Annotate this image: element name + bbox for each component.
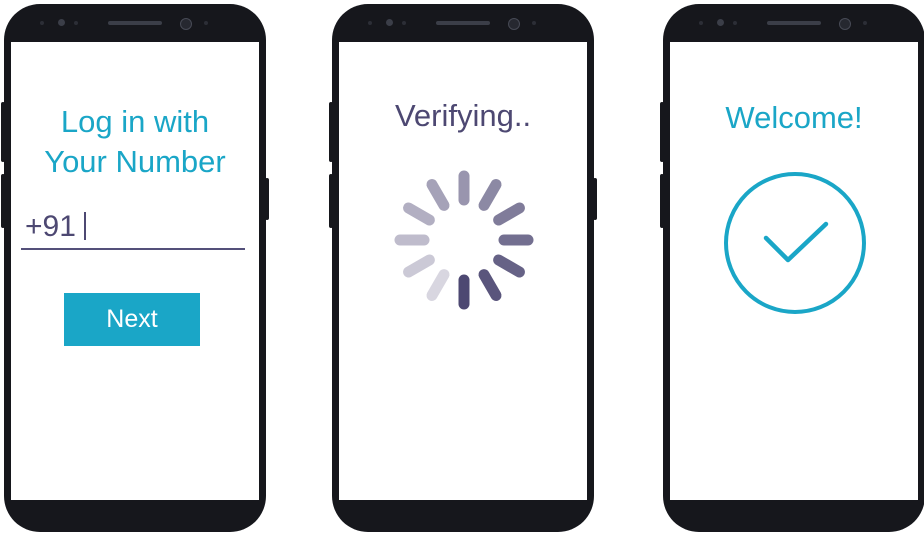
verifying-title: Verifying..: [394, 98, 532, 133]
front-camera-icon: [839, 18, 851, 30]
spinner-segment: [478, 269, 502, 301]
front-camera-icon: [180, 18, 192, 30]
phone-number-value: +91: [25, 210, 76, 243]
loading-spinner-icon: [394, 170, 534, 310]
sensor-dot: [74, 21, 78, 25]
sensor-dot: [863, 21, 867, 25]
side-button: [1, 102, 5, 162]
text-caret: [83, 212, 86, 240]
login-title-line2: Your Number: [44, 144, 226, 179]
phone-verifying: Verifying..: [329, 4, 597, 532]
speaker-grille: [767, 21, 821, 25]
phone-number-input[interactable]: +91: [25, 210, 86, 244]
front-camera-icon: [508, 18, 520, 30]
welcome-screen: Welcome!: [670, 42, 918, 500]
sensor-dot: [386, 19, 393, 26]
spinner-segment: [493, 202, 525, 226]
side-button: [660, 174, 664, 228]
sensor-dot: [58, 19, 65, 26]
phone-bottom-bezel: [663, 500, 924, 532]
login-title: Log in with Your Number: [11, 102, 259, 182]
next-button[interactable]: Next: [64, 293, 200, 346]
side-button: [593, 178, 597, 220]
spinner-segment: [403, 202, 435, 226]
login-title-line1: Log in with: [60, 104, 210, 139]
spinner-segment: [426, 269, 450, 301]
login-screen: Log in with Your Number +91 Next: [11, 42, 259, 500]
sensor-dot: [717, 19, 724, 26]
side-button: [329, 174, 333, 228]
sensor-dot: [402, 21, 406, 25]
speaker-grille: [108, 21, 162, 25]
sensor-dot: [40, 21, 44, 25]
phone-top-bar: [332, 4, 594, 42]
phone-bottom-bezel: [332, 500, 594, 532]
verifying-screen: Verifying..: [339, 42, 587, 500]
phone-top-bar: [4, 4, 266, 42]
side-button: [265, 178, 269, 220]
check-circle: [724, 172, 866, 314]
phone-welcome: Welcome!: [660, 4, 924, 532]
sensor-dot: [532, 21, 536, 25]
checkmark-circle-icon: [724, 172, 866, 314]
sensor-dot: [204, 21, 208, 25]
side-button: [1, 174, 5, 228]
speaker-grille: [436, 21, 490, 25]
phone-login: Log in with Your Number +91 Next: [1, 4, 269, 532]
side-button: [660, 102, 664, 162]
check-mark: [763, 221, 829, 263]
spinner-segment: [426, 179, 450, 211]
side-button: [329, 102, 333, 162]
sensor-dot: [699, 21, 703, 25]
spinner-segment: [478, 179, 502, 211]
phone-number-field[interactable]: +91: [21, 208, 245, 250]
phone-top-bar: [663, 4, 924, 42]
spinner-segment: [403, 254, 435, 278]
sensor-dot: [368, 21, 372, 25]
phone-bottom-bezel: [4, 500, 266, 532]
spinner-segment: [493, 254, 525, 278]
welcome-title: Welcome!: [725, 100, 863, 135]
sensor-dot: [733, 21, 737, 25]
